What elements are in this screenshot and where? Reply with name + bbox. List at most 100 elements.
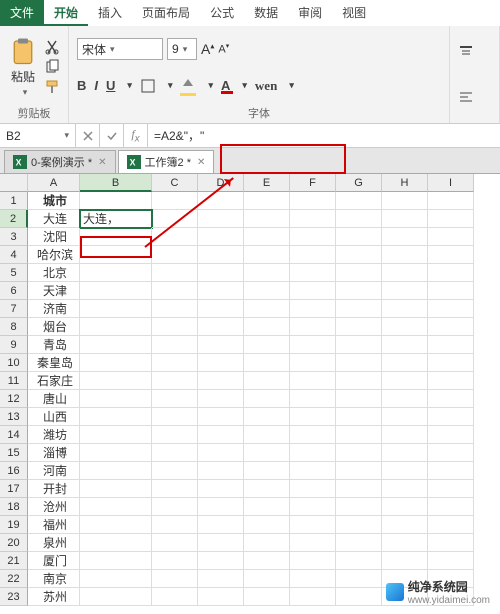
cell[interactable] [198,444,244,462]
cell[interactable] [80,246,152,264]
cell[interactable] [244,282,290,300]
cell[interactable] [80,228,152,246]
cell[interactable] [244,390,290,408]
tab-formulas[interactable]: 公式 [200,0,244,26]
row-header[interactable]: 3 [0,228,28,246]
cell[interactable] [152,282,198,300]
cell[interactable] [80,372,152,390]
column-header[interactable]: E [244,174,290,192]
row-header[interactable]: 21 [0,552,28,570]
cell[interactable] [152,210,198,228]
close-tab-icon[interactable]: ✕ [197,157,205,168]
row-header[interactable]: 7 [0,300,28,318]
cell[interactable] [244,534,290,552]
cell[interactable]: 苏州 [28,588,80,606]
font-name-select[interactable]: 宋体 ▾ [77,38,163,60]
cell[interactable] [80,336,152,354]
cell[interactable] [382,318,428,336]
cell[interactable] [290,264,336,282]
cell[interactable] [290,498,336,516]
cell[interactable] [290,192,336,210]
row-header[interactable]: 13 [0,408,28,426]
cell[interactable] [244,426,290,444]
cell[interactable] [428,354,474,372]
cell[interactable] [198,372,244,390]
name-box[interactable]: B2 ▾ [0,124,76,147]
cell[interactable] [198,192,244,210]
cell[interactable] [336,534,382,552]
cell[interactable] [80,264,152,282]
column-header[interactable]: D [198,174,244,192]
cell[interactable]: 哈尔滨 [28,246,80,264]
tab-insert[interactable]: 插入 [88,0,132,26]
cell[interactable] [428,516,474,534]
column-header[interactable]: C [152,174,198,192]
cell[interactable] [152,498,198,516]
cell[interactable] [198,246,244,264]
cell[interactable] [244,264,290,282]
cell[interactable] [198,516,244,534]
cell[interactable] [382,408,428,426]
cell[interactable] [152,336,198,354]
cell[interactable] [336,444,382,462]
cell[interactable] [152,480,198,498]
cell[interactable] [290,228,336,246]
paste-button[interactable]: 粘贴 ▾ [8,36,38,98]
cell[interactable] [198,228,244,246]
formula-input[interactable]: =A2&"，" [148,124,500,147]
cell[interactable] [382,480,428,498]
tab-page-layout[interactable]: 页面布局 [132,0,200,26]
cell[interactable] [382,300,428,318]
cell[interactable] [336,318,382,336]
column-header[interactable]: F [290,174,336,192]
cell[interactable] [152,354,198,372]
cell[interactable] [80,192,152,210]
align-top-icon[interactable] [458,44,474,60]
cell[interactable] [80,354,152,372]
row-header[interactable]: 6 [0,282,28,300]
cell[interactable] [336,192,382,210]
cell[interactable] [428,552,474,570]
cell[interactable]: 福州 [28,516,80,534]
tab-home[interactable]: 开始 [44,0,88,26]
cell[interactable]: 大连， [80,210,152,228]
cell[interactable] [382,426,428,444]
cell[interactable] [244,462,290,480]
cell[interactable] [428,318,474,336]
cell[interactable]: 唐山 [28,390,80,408]
cell[interactable] [428,390,474,408]
cell[interactable] [152,246,198,264]
cell[interactable] [336,228,382,246]
cell[interactable] [336,354,382,372]
cell[interactable] [198,300,244,318]
cell[interactable] [290,444,336,462]
cell[interactable] [152,408,198,426]
cell[interactable] [428,426,474,444]
cell[interactable] [382,372,428,390]
cell[interactable] [336,282,382,300]
cell[interactable] [336,480,382,498]
cell[interactable] [382,228,428,246]
cell[interactable]: 厦门 [28,552,80,570]
underline-button[interactable]: U [106,78,115,93]
cell[interactable]: 开封 [28,480,80,498]
wen-button[interactable]: wen [255,78,277,94]
column-header[interactable]: I [428,174,474,192]
cell[interactable] [290,552,336,570]
format-painter-icon[interactable] [44,79,60,95]
cell[interactable] [80,570,152,588]
cancel-formula-button[interactable] [76,124,100,147]
cell[interactable] [382,534,428,552]
cell[interactable]: 青岛 [28,336,80,354]
cell[interactable] [382,336,428,354]
cell[interactable]: 沈阳 [28,228,80,246]
cell[interactable] [198,390,244,408]
cell[interactable] [290,336,336,354]
row-header[interactable]: 18 [0,498,28,516]
cell[interactable]: 潍坊 [28,426,80,444]
cell[interactable] [382,498,428,516]
column-header[interactable]: B [80,174,152,192]
column-header[interactable]: G [336,174,382,192]
increase-font-icon[interactable]: A▴ [201,41,214,57]
cell[interactable] [290,408,336,426]
